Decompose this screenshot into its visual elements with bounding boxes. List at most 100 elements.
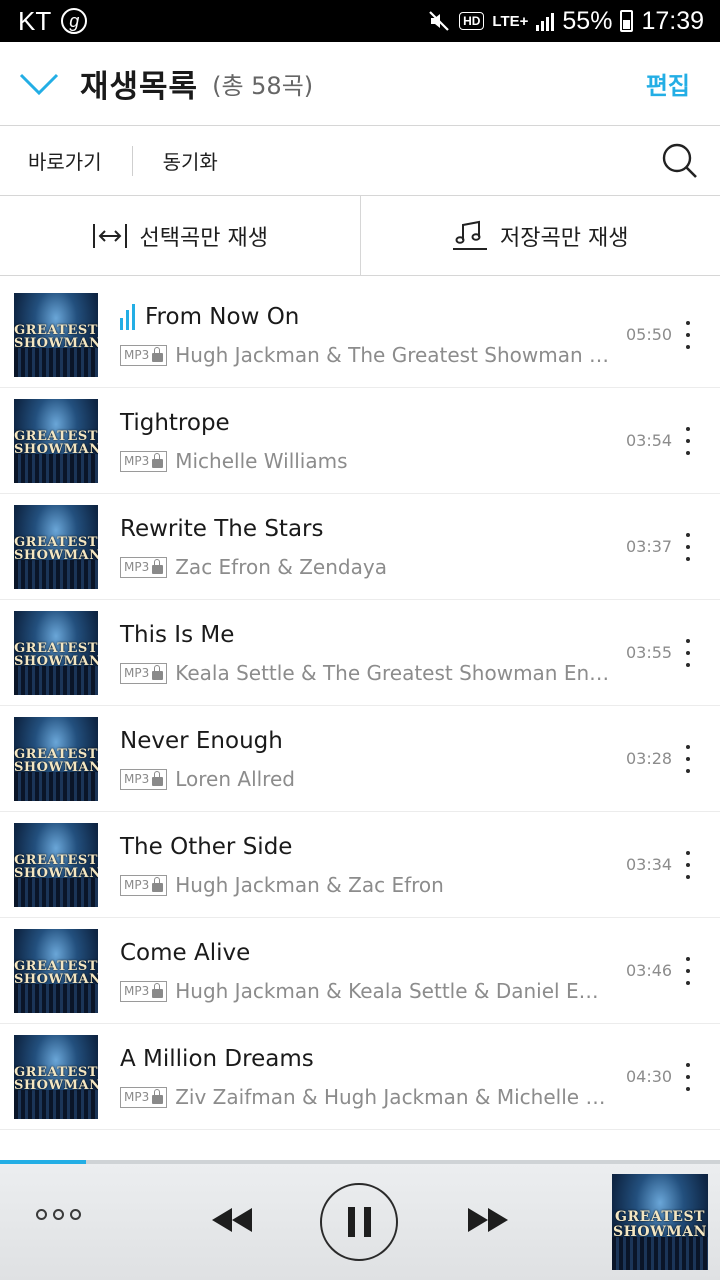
carrier-badge-icon: g	[61, 8, 88, 34]
song-title-row: From Now On	[120, 304, 299, 330]
song-artist: Zac Efron & Zendaya	[175, 555, 387, 579]
more-options-icon[interactable]	[676, 742, 700, 776]
song-title: Tightrope	[120, 410, 230, 436]
play-saved-button[interactable]: 저장곡만 재생	[359, 196, 720, 275]
sync-button[interactable]: 동기화	[163, 146, 218, 175]
play-selected-label: 선택곡만 재생	[139, 225, 268, 251]
song-title-row: This Is Me	[120, 622, 234, 648]
collapse-button[interactable]	[0, 42, 78, 126]
more-options-icon[interactable]	[676, 424, 700, 458]
play-selected-button[interactable]: 선택곡만 재생	[0, 196, 360, 275]
divider	[131, 145, 133, 176]
carrier-label: KT	[18, 5, 52, 36]
album-art: GREATEST SHOWMAN	[14, 823, 98, 907]
more-options-icon[interactable]	[676, 1060, 700, 1094]
album-art: GREATEST SHOWMAN	[14, 505, 98, 589]
song-meta: MP3 Zac Efron & Zendaya	[120, 555, 610, 579]
album-art-text: SHOWMAN	[14, 972, 98, 987]
format-badge: MP3	[120, 450, 168, 472]
album-art-text: SHOWMAN	[14, 760, 98, 775]
search-icon	[662, 143, 697, 178]
battery-percent: 55%	[562, 6, 613, 35]
now-playing-album-art[interactable]: GREATEST SHOWMAN	[612, 1174, 708, 1270]
song-row[interactable]: GREATEST SHOWMAN From Now On MP3 Hugh Ja…	[0, 282, 720, 388]
song-row[interactable]: GREATEST SHOWMAN The Other Side MP3 Hugh…	[0, 812, 720, 918]
next-icon[interactable]	[466, 1205, 510, 1235]
album-art: GREATEST SHOWMAN	[14, 1035, 98, 1119]
status-bar: KT g HD LTE+ 55% 17:39	[0, 0, 720, 42]
format-badge: MP3	[120, 874, 168, 896]
song-title: The Other Side	[120, 834, 293, 860]
battery-icon	[620, 10, 634, 32]
song-artist: Hugh Jackman & Keala Settle & Daniel Eve…	[175, 979, 610, 1003]
song-artist: Keala Settle & The Greatest Showman Ens.…	[175, 661, 610, 685]
page-title: 재생목록	[80, 69, 199, 105]
song-duration: 03:55	[626, 643, 673, 662]
format-label: MP3	[124, 1090, 150, 1104]
lock-icon	[152, 664, 164, 680]
song-title-row: Rewrite The Stars	[120, 516, 323, 542]
song-row[interactable]: GREATEST SHOWMAN Tightrope MP3 Michelle …	[0, 388, 720, 494]
goto-button[interactable]: 바로가기	[28, 146, 102, 175]
album-art-text: SHOWMAN	[14, 336, 98, 351]
status-left: KT g	[18, 5, 88, 37]
format-label: MP3	[124, 984, 150, 998]
album-art-text: SHOWMAN	[14, 548, 98, 563]
lock-icon	[152, 982, 164, 998]
song-artist: Loren Allred	[175, 767, 295, 791]
lock-icon	[152, 346, 164, 362]
play-saved-label: 저장곡만 재생	[500, 225, 629, 251]
song-row[interactable]: GREATEST SHOWMAN Come Alive MP3 Hugh Jac…	[0, 918, 720, 1024]
song-row[interactable]: GREATEST SHOWMAN This Is Me MP3 Keala Se…	[0, 600, 720, 706]
song-title: From Now On	[145, 304, 300, 330]
song-meta: MP3 Ziv Zaifman & Hugh Jackman & Michell…	[120, 1085, 610, 1109]
song-title: This Is Me	[120, 622, 235, 648]
song-artist: Ziv Zaifman & Hugh Jackman & Michelle Wi…	[175, 1085, 610, 1109]
now-playing-icon	[120, 304, 135, 330]
format-badge: MP3	[120, 344, 168, 366]
format-label: MP3	[124, 454, 150, 468]
pause-icon-bar	[363, 1207, 371, 1237]
album-art: GREATEST SHOWMAN	[14, 293, 98, 377]
format-badge: MP3	[120, 662, 168, 684]
song-row[interactable]: GREATEST SHOWMAN A Million Dreams MP3 Zi…	[0, 1024, 720, 1130]
album-art-text: GREATEST	[615, 1209, 705, 1225]
song-duration: 03:46	[626, 961, 673, 980]
song-artist: Michelle Williams	[175, 449, 348, 473]
more-options-icon[interactable]	[676, 954, 700, 988]
song-title: Come Alive	[120, 940, 251, 966]
album-art: GREATEST SHOWMAN	[14, 611, 98, 695]
song-title-row: Tightrope	[120, 410, 230, 436]
mini-player: GREATEST SHOWMAN	[0, 1160, 720, 1280]
album-art: GREATEST SHOWMAN	[14, 399, 98, 483]
search-button[interactable]	[658, 139, 702, 183]
song-list: GREATEST SHOWMAN From Now On MP3 Hugh Ja…	[0, 282, 720, 1160]
song-duration: 03:34	[626, 855, 673, 874]
song-meta: MP3 Hugh Jackman & Zac Efron	[120, 873, 610, 897]
playlist-header: 재생목록 (총 58곡) 편집	[0, 42, 720, 126]
more-options-icon[interactable]	[676, 530, 700, 564]
pause-button[interactable]	[320, 1183, 398, 1261]
play-filter-bar: 선택곡만 재생 저장곡만 재생	[0, 196, 720, 276]
player-menu-button[interactable]	[36, 1209, 81, 1220]
format-label: MP3	[124, 772, 150, 786]
song-meta: MP3 Michelle Williams	[120, 449, 610, 473]
song-duration: 03:28	[626, 749, 673, 768]
previous-icon[interactable]	[210, 1205, 254, 1235]
song-count: (총 58곡)	[212, 72, 314, 100]
format-badge: MP3	[120, 556, 168, 578]
more-options-icon[interactable]	[676, 318, 700, 352]
progress-bar[interactable]	[0, 1160, 720, 1164]
edit-button[interactable]: 편집	[646, 66, 690, 101]
format-label: MP3	[124, 878, 150, 892]
album-art: GREATEST SHOWMAN	[14, 929, 98, 1013]
song-meta: MP3 Hugh Jackman & Keala Settle & Daniel…	[120, 979, 610, 1003]
song-row[interactable]: GREATEST SHOWMAN Never Enough MP3 Loren …	[0, 706, 720, 812]
network-label: LTE+	[492, 12, 529, 30]
album-art-text: SHOWMAN	[14, 866, 98, 881]
song-artist: Hugh Jackman & The Greatest Showman En..…	[175, 343, 610, 367]
more-options-icon[interactable]	[676, 848, 700, 882]
song-artist: Hugh Jackman & Zac Efron	[175, 873, 444, 897]
song-row[interactable]: GREATEST SHOWMAN Rewrite The Stars MP3 Z…	[0, 494, 720, 600]
more-options-icon[interactable]	[676, 636, 700, 670]
